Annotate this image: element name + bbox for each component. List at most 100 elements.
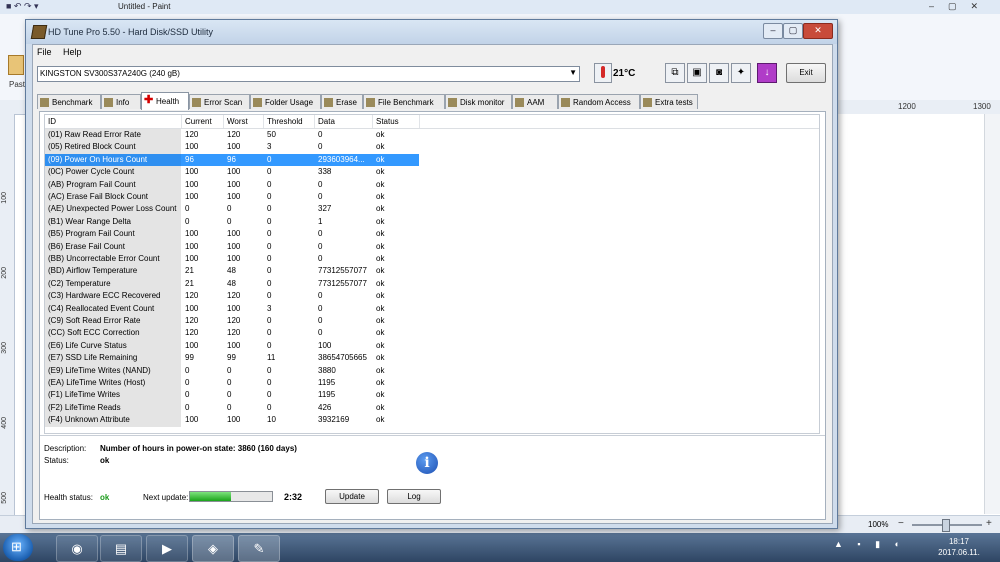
cell-threshold: 0 <box>267 278 272 288</box>
ruler-mark: 100 <box>1 192 8 204</box>
column-header-status[interactable]: Status <box>376 117 399 126</box>
column-header-current[interactable]: Current <box>185 117 212 126</box>
menu-help[interactable]: Help <box>63 47 82 57</box>
tab-extra-tests[interactable]: Extra tests <box>640 94 698 109</box>
cell-data: 0 <box>318 303 323 313</box>
clipboard-icon[interactable] <box>8 55 24 75</box>
table-row[interactable]: (F4) Unknown Attribute 100 100 10 3932169 ok <box>45 414 819 427</box>
table-row[interactable]: (C9) Soft Read Error Rate 120 120 0 0 ok <box>45 315 819 328</box>
minimize-button[interactable]: – <box>763 23 783 39</box>
exit-button[interactable]: Exit <box>786 63 826 83</box>
tab-random-access[interactable]: Random Access <box>558 94 640 109</box>
drive-select[interactable]: KINGSTON SV300S37A240G (240 gB) ▼ <box>37 66 580 82</box>
table-row[interactable]: (05) Retired Block Count 100 100 3 0 ok <box>45 141 819 154</box>
tab-info[interactable]: Info <box>101 94 141 109</box>
tab-benchmark[interactable]: Benchmark <box>37 94 101 109</box>
table-row[interactable]: (AE) Unexpected Power Loss Count 0 0 0 327 ok <box>45 203 819 216</box>
tab-error-scan[interactable]: Error Scan <box>189 94 250 109</box>
cell-threshold: 10 <box>267 415 276 425</box>
cell-id: (BB) Uncorrectable Error Count <box>45 253 181 266</box>
tab-folder-usage[interactable]: Folder Usage <box>250 94 321 109</box>
cell-id: (B1) Wear Range Delta <box>45 215 181 229</box>
menu-file[interactable]: File <box>37 47 52 57</box>
table-row[interactable]: (B1) Wear Range Delta 0 0 0 1 ok <box>45 215 819 229</box>
cell-id: (B5) Program Fail Count <box>45 228 181 241</box>
copy-info-icon[interactable]: ⧉ <box>665 63 685 83</box>
table-row[interactable]: (AC) Erase Fail Block Count 100 100 0 0 ok <box>45 191 819 204</box>
explorer-taskbar-button[interactable]: ▤ <box>100 535 142 562</box>
table-row[interactable]: (EA) LifeTime Writes (Host) 0 0 0 1195 ok <box>45 377 819 390</box>
cell-id: (AB) Program Fail Count <box>45 178 181 191</box>
paint-window-controls[interactable]: –▢✕ <box>929 1 992 12</box>
column-header-worst[interactable]: Worst <box>227 117 248 126</box>
quick-access-toolbar[interactable]: ■ ↶ ↷ ▾ <box>6 1 39 12</box>
table-row[interactable]: (E7) SSD Life Remaining 99 99 11 38654705665… <box>45 352 819 365</box>
taskbar-clock[interactable]: 18:17 2017.06.11. <box>934 536 984 558</box>
tab-disk-monitor[interactable]: Disk monitor <box>445 94 512 109</box>
paint-taskbar-button[interactable]: ✎ <box>238 535 280 562</box>
system-tray[interactable]: ▲ ▪ ▮ ◐ <box>834 539 906 550</box>
health-cross-icon: ✚ <box>144 94 154 106</box>
table-row[interactable]: (B5) Program Fail Count 100 100 0 0 ok <box>45 228 819 241</box>
cell-status: ok <box>376 365 385 375</box>
table-row[interactable]: (09) Power On Hours Count 96 96 0 293603964.… <box>45 153 819 167</box>
hdtune-taskbar-button[interactable]: ◈ <box>192 535 234 562</box>
tab-erase[interactable]: Erase <box>321 94 363 109</box>
column-header-threshold[interactable]: Threshold <box>267 117 303 126</box>
cell-current: 100 <box>185 179 199 189</box>
ruler-mark: 500 <box>1 492 8 504</box>
table-row[interactable]: (E6) Life Curve Status 100 100 0 100 ok <box>45 339 819 353</box>
info-icon[interactable]: i <box>416 452 438 474</box>
table-row[interactable]: (BB) Uncorrectable Error Count 100 100 0 0 ok <box>45 253 819 266</box>
update-button[interactable]: Update <box>325 489 379 504</box>
maximize-button[interactable]: ▢ <box>783 23 803 39</box>
download-icon[interactable]: ↓ <box>757 63 777 83</box>
tab-aam[interactable]: AAM <box>512 94 558 109</box>
column-header-data[interactable]: Data <box>318 117 335 126</box>
zoom-slider-thumb[interactable] <box>942 519 950 532</box>
cell-status: ok <box>376 415 385 425</box>
countdown: 2:32 <box>284 492 303 502</box>
table-row[interactable]: (B6) Erase Fail Count 100 100 0 0 ok <box>45 240 819 253</box>
cell-id: (E6) Life Curve Status <box>45 339 181 353</box>
table-row[interactable]: (F1) LifeTime Writes 0 0 0 1195 ok <box>45 389 819 402</box>
chrome-taskbar-button[interactable]: ◉ <box>56 535 98 562</box>
cell-current: 21 <box>185 278 194 288</box>
zoom-out-button[interactable]: − <box>898 518 904 529</box>
smart-attributes-table[interactable]: ID Current Worst Threshold Data Status (… <box>44 114 820 434</box>
log-button[interactable]: Log <box>387 489 441 504</box>
tab-label: Folder Usage <box>265 98 314 107</box>
table-row[interactable]: (E9) LifeTime Writes (NAND) 0 0 0 3880 ok <box>45 364 819 377</box>
copy-text-icon[interactable]: ▣ <box>687 63 707 83</box>
window-titlebar[interactable]: HD Tune Pro 5.50 - Hard Disk/SSD Utility… <box>26 20 837 44</box>
cell-worst: 0 <box>227 204 232 214</box>
table-row[interactable]: (C2) Temperature 21 48 0 77312557077 ok <box>45 277 819 291</box>
chevron-down-icon[interactable]: ▼ <box>569 68 577 77</box>
tab-health[interactable]: ✚ Health <box>141 92 189 110</box>
paste-label[interactable]: Past <box>9 80 25 89</box>
tab-file-benchmark[interactable]: File Benchmark <box>363 94 445 109</box>
zoom-in-button[interactable]: + <box>986 518 992 529</box>
column-header-id[interactable]: ID <box>48 117 56 126</box>
media-player-taskbar-button[interactable]: ▶ <box>146 535 188 562</box>
table-row[interactable]: (C4) Reallocated Event Count 100 100 3 0 ok <box>45 302 819 315</box>
table-row[interactable]: (01) Raw Read Error Rate 120 120 50 0 ok <box>45 129 819 142</box>
cell-data: 77312557077 <box>318 278 367 288</box>
options-icon[interactable]: ✦ <box>731 63 751 83</box>
paint-vertical-scrollbar[interactable] <box>984 114 1000 514</box>
paint-canvas[interactable] <box>836 114 1000 514</box>
close-button[interactable]: ✕ <box>803 23 833 39</box>
screenshot-camera-icon[interactable]: ◙ <box>709 63 729 83</box>
table-row[interactable]: (0C) Power Cycle Count 100 100 0 338 ok <box>45 166 819 179</box>
table-row[interactable]: (F2) LifeTime Reads 0 0 0 426 ok <box>45 401 819 415</box>
hdtune-window: HD Tune Pro 5.50 - Hard Disk/SSD Utility… <box>25 19 838 529</box>
table-row[interactable]: (C3) Hardware ECC Recovered 120 120 0 0 ok <box>45 290 819 303</box>
cell-status: ok <box>376 353 385 363</box>
table-row[interactable]: (AB) Program Fail Count 100 100 0 0 ok <box>45 178 819 191</box>
tab-label: AAM <box>527 98 545 107</box>
cell-threshold: 0 <box>267 390 272 400</box>
cell-data: 0 <box>318 229 323 239</box>
table-row[interactable]: (BD) Airflow Temperature 21 48 0 77312557077… <box>45 265 819 278</box>
table-row[interactable]: (CC) Soft ECC Correction 120 120 0 0 ok <box>45 327 819 340</box>
start-button[interactable]: ⊞ <box>3 534 33 561</box>
